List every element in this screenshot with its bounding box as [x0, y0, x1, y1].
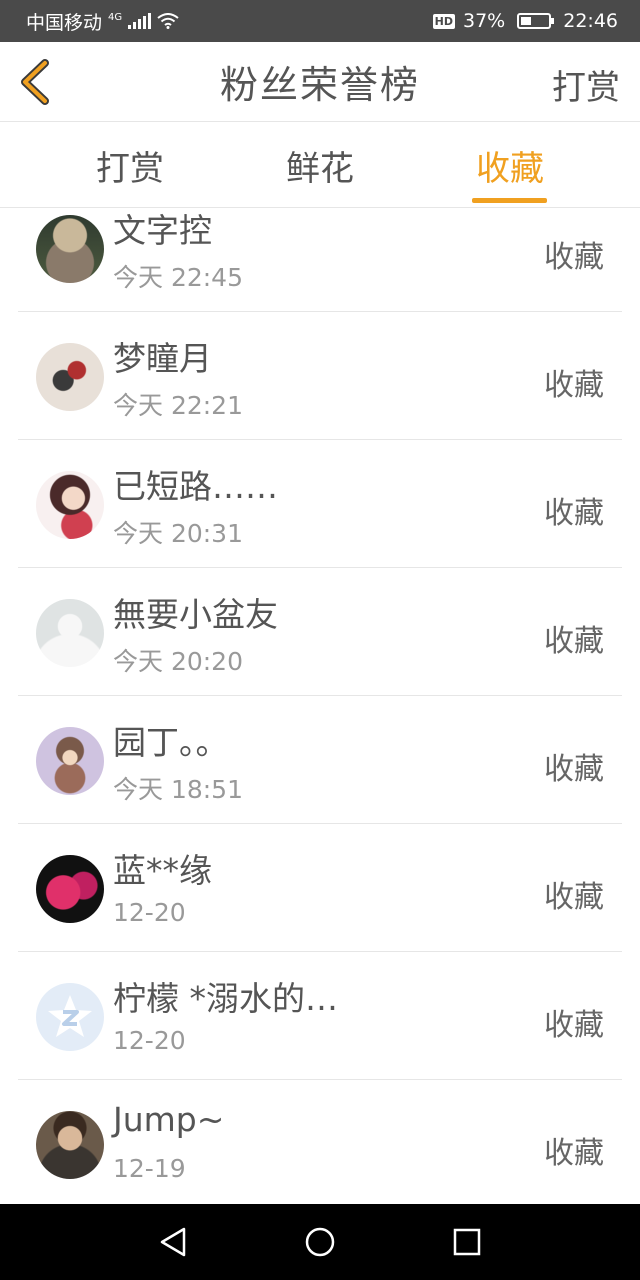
tab-favorites[interactable]: 收藏: [440, 122, 580, 208]
fan-list: 文字控 今天 22:45 收藏 梦瞳月 今天 22:21 收藏 已短路…… 今天…: [0, 208, 640, 1204]
carrier-label: 中国移动: [26, 11, 103, 34]
favorite-label: 收藏: [544, 752, 604, 787]
favorite-label: 收藏: [544, 368, 604, 403]
system-nav-bar: [0, 1204, 640, 1280]
wifi-icon: [157, 13, 179, 29]
tab-reward[interactable]: 打赏: [60, 122, 200, 208]
list-item[interactable]: 已短路…… 今天 20:31 收藏: [18, 440, 622, 568]
favorite-label: 收藏: [544, 880, 604, 915]
avatar[interactable]: [36, 1111, 104, 1179]
tab-flowers[interactable]: 鲜花: [250, 122, 390, 208]
tab-bar: 打赏 鲜花 收藏: [0, 122, 640, 208]
clock: 22:46: [563, 10, 618, 32]
favorite-label: 收藏: [544, 496, 604, 531]
list-item[interactable]: 蓝**缘 12-20 收藏: [18, 824, 622, 952]
list-item[interactable]: 园丁。。 今天 18:51 收藏: [18, 696, 622, 824]
list-item[interactable]: 文字控 今天 22:45 收藏: [18, 208, 622, 312]
nav-recents-button[interactable]: [442, 1217, 492, 1267]
back-button[interactable]: [14, 58, 54, 106]
timestamp: 今天 18:51: [113, 775, 243, 804]
circle-home-icon: [305, 1227, 335, 1257]
signal-icon: [128, 13, 152, 29]
battery-icon: [517, 13, 555, 29]
status-bar: 中国移动 4G HD 37% 22:46: [0, 0, 640, 42]
status-left: 中国移动 4G: [26, 8, 179, 35]
user-name: 蓝**缘: [113, 851, 212, 890]
avatar[interactable]: [36, 471, 104, 539]
square-recents-icon: [453, 1228, 480, 1256]
default-avatar-star-icon: [48, 995, 92, 1037]
avatar[interactable]: [36, 215, 104, 283]
network-type: 4G: [108, 11, 123, 23]
page-title: 粉丝荣誉榜: [219, 63, 420, 107]
user-name: 文字控: [113, 211, 212, 250]
timestamp: 今天 20:31: [113, 519, 243, 548]
list-item[interactable]: 無要小盆友 今天 20:20 收藏: [18, 568, 622, 696]
list-item[interactable]: 梦瞳月 今天 22:21 收藏: [18, 312, 622, 440]
user-name: 园丁。。: [113, 723, 229, 762]
user-name: 無要小盆友: [113, 595, 278, 634]
user-name: 已短路……: [113, 467, 278, 506]
nav-back-button[interactable]: [148, 1217, 198, 1267]
reward-button[interactable]: 打赏: [552, 60, 620, 109]
favorite-label: 收藏: [544, 1136, 604, 1171]
app-header: 粉丝荣誉榜 打赏: [0, 42, 640, 122]
avatar[interactable]: [36, 983, 104, 1051]
timestamp: 12-20: [113, 898, 186, 927]
avatar[interactable]: [36, 855, 104, 923]
user-name: 柠檬 *溺水的…: [113, 979, 338, 1018]
timestamp: 今天 22:21: [113, 391, 243, 420]
avatar[interactable]: [36, 599, 104, 667]
triangle-back-icon: [161, 1227, 186, 1257]
avatar[interactable]: [36, 343, 104, 411]
user-name: Jump~: [113, 1100, 225, 1139]
active-tab-indicator: [472, 198, 547, 203]
favorite-label: 收藏: [544, 624, 604, 659]
list-item[interactable]: 柠檬 *溺水的… 12-20 收藏: [18, 952, 622, 1080]
list-item[interactable]: Jump~ 12-19 收藏: [18, 1080, 622, 1204]
favorite-label: 收藏: [544, 1008, 604, 1043]
timestamp: 今天 22:45: [113, 263, 243, 292]
user-name: 梦瞳月: [113, 339, 212, 378]
timestamp: 12-19: [113, 1154, 186, 1183]
avatar[interactable]: [36, 727, 104, 795]
timestamp: 今天 20:20: [113, 647, 243, 676]
timestamp: 12-20: [113, 1026, 186, 1055]
battery-percent: 37%: [463, 10, 506, 32]
status-right: HD 37% 22:46: [432, 10, 618, 32]
favorite-label: 收藏: [544, 240, 604, 275]
nav-home-button[interactable]: [295, 1217, 345, 1267]
chevron-left-icon: [21, 59, 49, 105]
hd-badge: HD: [432, 13, 455, 29]
